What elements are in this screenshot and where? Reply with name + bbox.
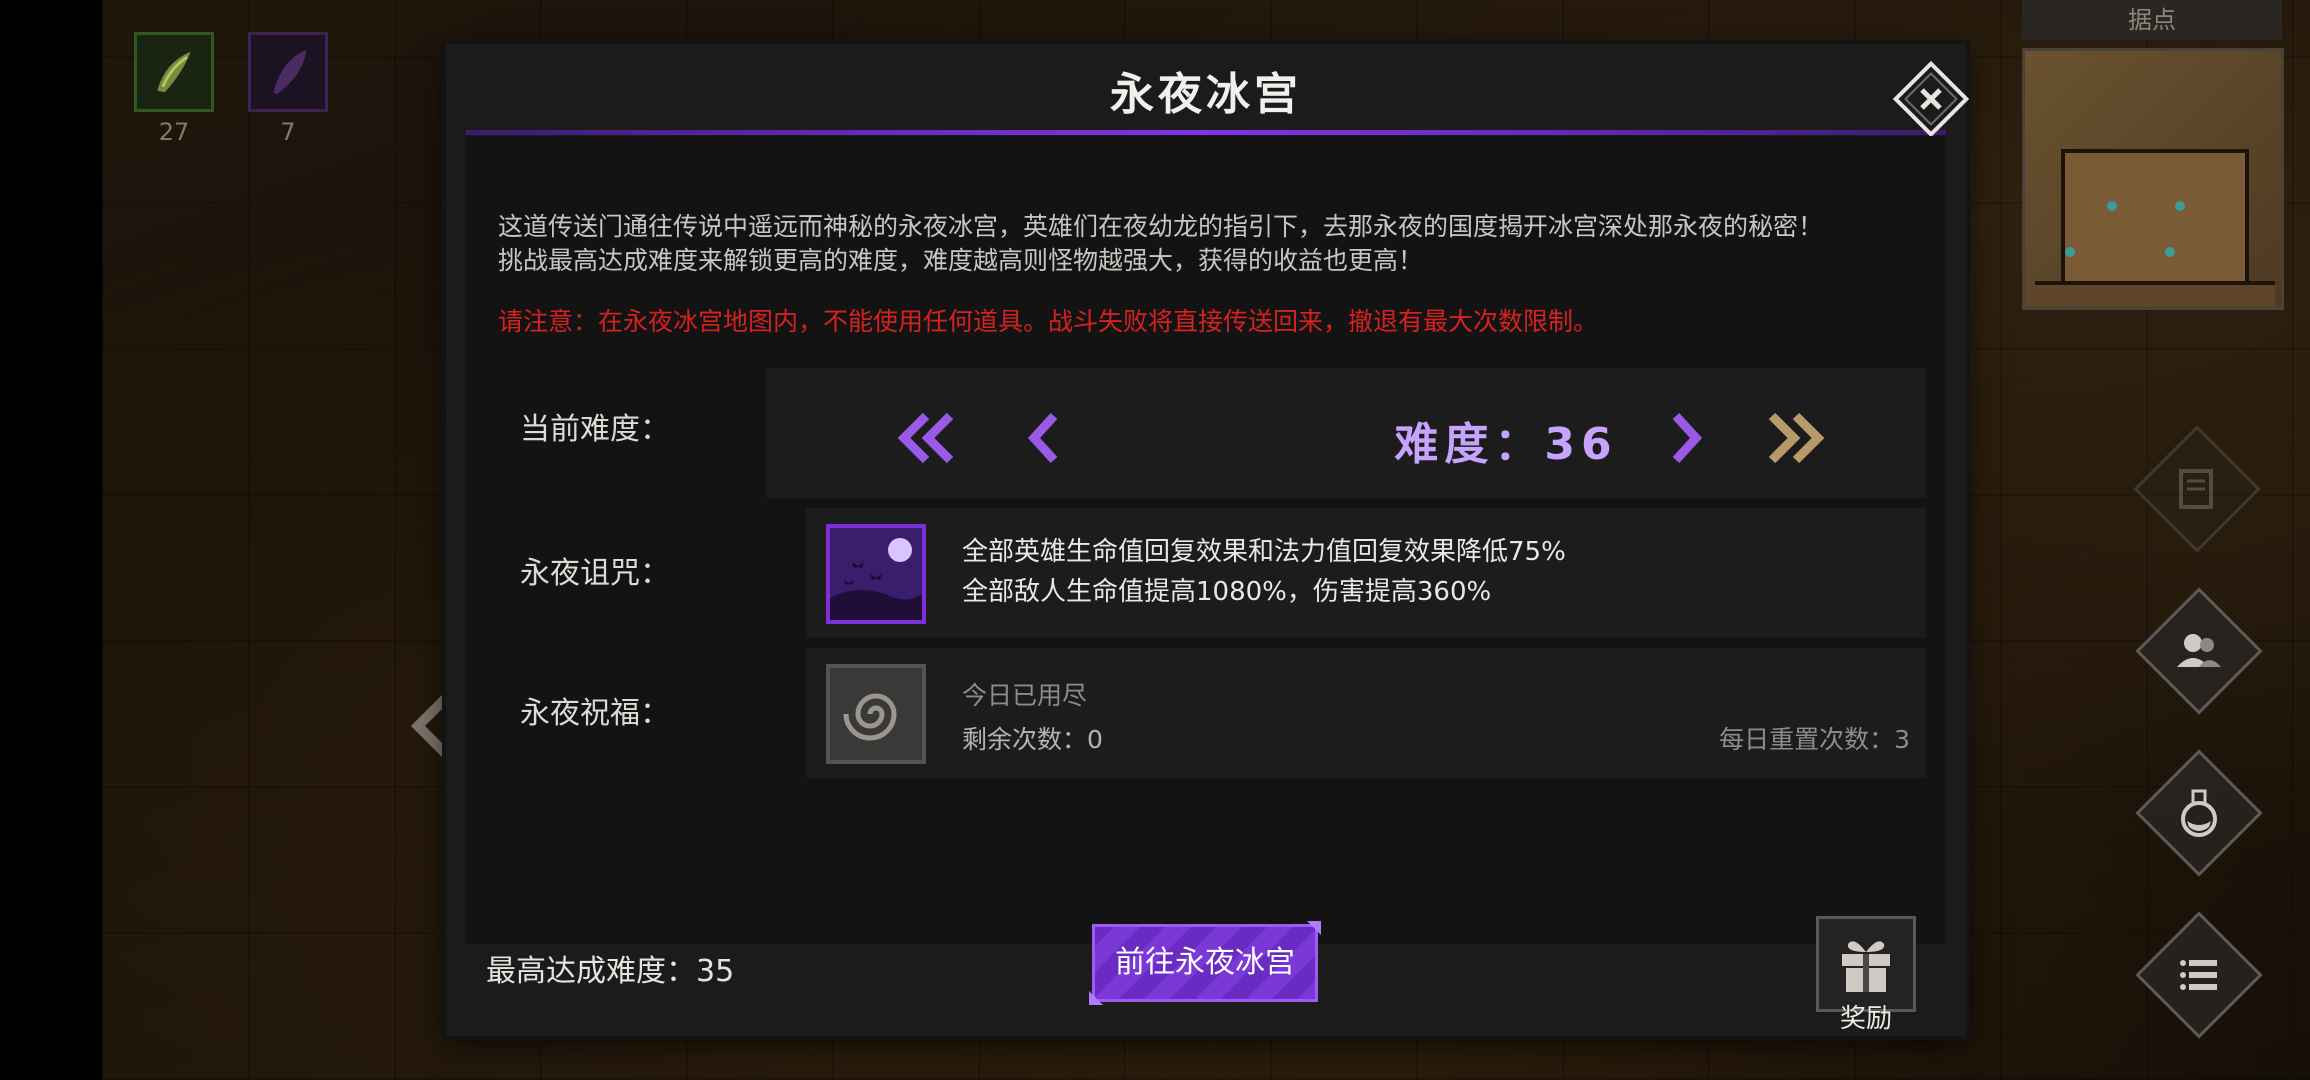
heroes-icon <box>2177 634 2221 667</box>
chevron-left-icon <box>1027 412 1058 464</box>
chevron-right-icon <box>1672 412 1703 464</box>
double-chevron-right-icon <box>1768 412 1825 464</box>
curse-label: 永夜诅咒： <box>520 556 670 591</box>
quest-scroll-button[interactable] <box>2132 424 2262 554</box>
difficulty-first-button[interactable] <box>896 410 956 466</box>
swirl-vortex-icon <box>830 668 922 760</box>
curse-effect-line-2: 全部敌人生命值提高1080%，伤害提高360% <box>962 577 1492 607</box>
enter-palace-button[interactable]: 前往永夜冰宫 <box>1092 924 1318 1002</box>
description-text: 这道传送门通往传说中遥远而神秘的永夜冰宫，英雄们在夜幼龙的指引下，去那永夜的国度… <box>498 212 1824 275</box>
inventory-slot-2[interactable] <box>248 32 328 112</box>
blessing-remaining: 剩余次数：0 <box>962 725 1103 754</box>
menu-list-button[interactable] <box>2134 910 2264 1040</box>
difficulty-last-button[interactable] <box>1766 410 1826 466</box>
feather-item-icon <box>273 49 307 95</box>
best-difficulty-text: 最高达成难度：35 <box>486 954 735 989</box>
potion-button[interactable] <box>2134 748 2264 878</box>
gift-icon <box>1842 941 1890 992</box>
blessing-label: 永夜祝福： <box>520 696 670 731</box>
close-icon <box>1892 60 1970 138</box>
difficulty-prev-button[interactable] <box>1024 410 1064 466</box>
menu-list-icon <box>2180 960 2217 990</box>
blessing-icon[interactable] <box>826 664 926 764</box>
horn-item-icon <box>157 51 191 93</box>
difficulty-value: 难度：36 <box>1394 419 1618 470</box>
curse-panel: 全部英雄生命值回复效果和法力值回复效果降低75% 全部敌人生命值提高1080%，… <box>806 508 1926 638</box>
minimap-title: 据点 <box>2022 0 2282 40</box>
difficulty-next-button[interactable] <box>1666 410 1706 466</box>
inventory-count-1: 27 <box>158 118 190 146</box>
blessing-row: 永夜祝福： 今日已用尽 剩余次数：0 每日重置次数：3 <box>466 648 1946 778</box>
difficulty-selector: 难度：36 <box>766 368 1926 498</box>
difficulty-row: 当前难度： 难度：36 <box>466 368 1946 498</box>
reward-button[interactable]: 奖励 <box>1816 916 1916 1034</box>
scroll-icon <box>2179 469 2213 509</box>
minimap[interactable] <box>2022 48 2284 310</box>
inventory-slot-1[interactable] <box>134 32 214 112</box>
heroes-button[interactable] <box>2134 586 2264 716</box>
blessing-daily-reset: 每日重置次数：3 <box>1719 725 1910 754</box>
close-button[interactable] <box>1886 54 1976 144</box>
curse-icon[interactable] <box>826 524 926 624</box>
potion-icon <box>2181 789 2217 837</box>
dialog-title: 永夜冰宫 <box>1110 69 1302 120</box>
blessing-status: 今日已用尽 <box>962 681 1088 710</box>
double-chevron-left-icon <box>897 412 954 464</box>
difficulty-label: 当前难度： <box>520 412 670 447</box>
night-bats-icon <box>830 528 922 620</box>
reward-label: 奖励 <box>1839 1004 1892 1034</box>
curse-effect-line-1: 全部英雄生命值回复效果和法力值回复效果降低75% <box>962 537 1566 567</box>
curse-row: 永夜诅咒： 全部英雄生命值回复效果和法力值回复效果降低75% 全部敌人生命值提高… <box>466 508 1946 638</box>
inventory-count-2: 7 <box>280 118 296 146</box>
warning-text: 请注意：在永夜冰宫地图内，不能使用任何道具。战斗失败将直接传送回来，撤退有最大次… <box>498 307 1599 336</box>
blessing-panel: 今日已用尽 剩余次数：0 每日重置次数：3 <box>806 648 1926 778</box>
title-divider <box>466 130 1946 135</box>
dialog-content: 这道传送门通往传说中遥远而神秘的永夜冰宫，英雄们在夜幼龙的指引下，去那永夜的国度… <box>466 136 1946 944</box>
eternal-night-palace-dialog: 永夜冰宫 这道传送门通往传说中遥远而神秘的永夜冰宫，英雄们在夜幼龙的指引下，去那… <box>446 44 1970 1036</box>
